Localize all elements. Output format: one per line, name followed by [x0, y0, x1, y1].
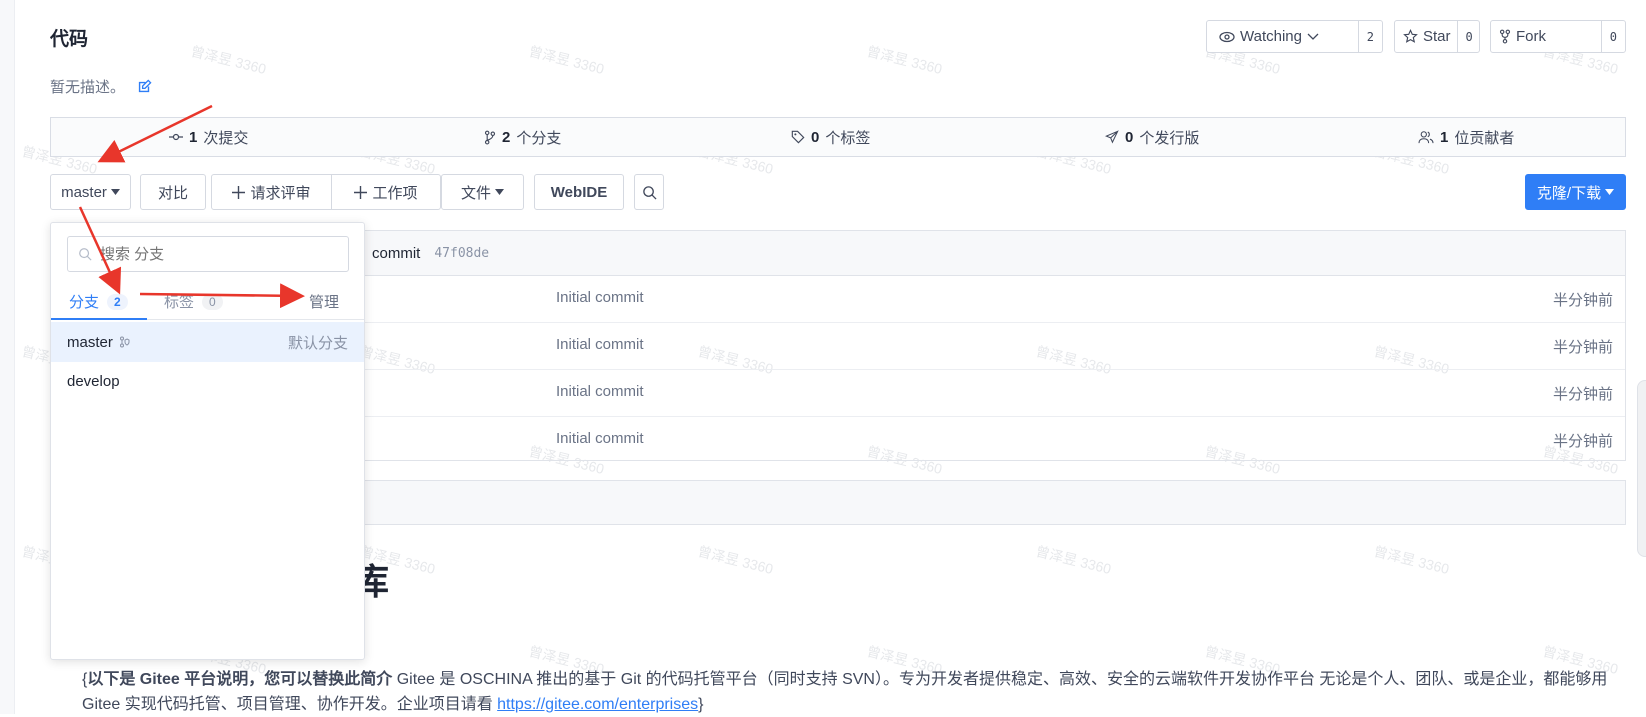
- annotation-arrow: [78, 206, 122, 295]
- annotation-arrows: [78, 104, 305, 309]
- annotation-arrow: [139, 283, 305, 309]
- annotation-arrow: [97, 104, 213, 163]
